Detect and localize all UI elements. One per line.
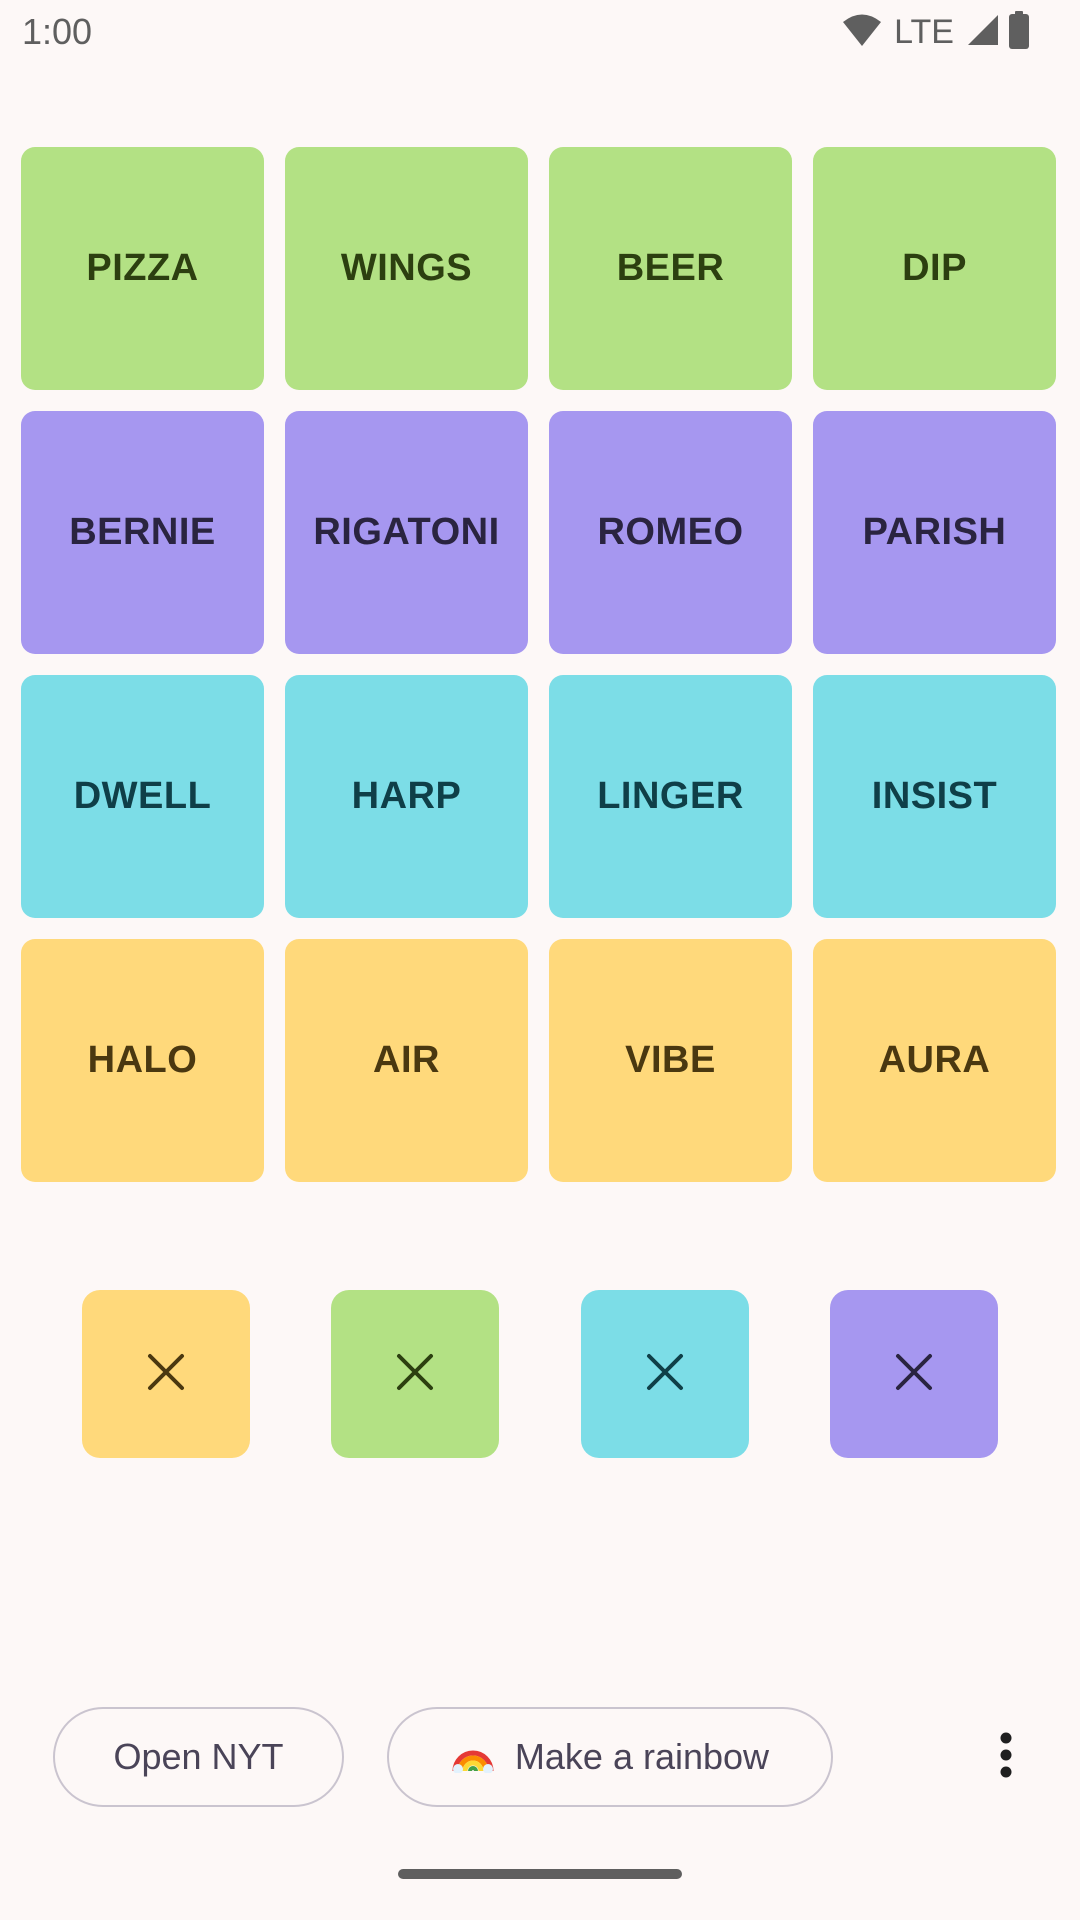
open-nyt-label: Open NYT [113,1736,284,1777]
close-icon [395,1352,435,1397]
word-tile-bernie[interactable]: BERNIE [21,411,264,654]
word-tile-dip[interactable]: DIP [813,147,1056,390]
wifi-icon [842,13,882,52]
network-type-label: LTE [894,12,954,51]
word-tile-beer[interactable]: BEER [549,147,792,390]
word-tile-linger[interactable]: LINGER [549,675,792,918]
make-rainbow-button[interactable]: Make a rainbow [387,1707,833,1807]
group-button-green[interactable] [331,1290,500,1458]
group-button-purple[interactable] [829,1290,998,1458]
word-tile-rigatoni[interactable]: RIGATONI [285,411,528,654]
group-button-cyan[interactable] [580,1290,749,1458]
word-grid: PIZZA WINGS BEER DIP BERNIE RIGATONI ROMEO PARI… [21,147,1056,1182]
close-icon [146,1352,186,1397]
word-tile-aura[interactable]: AURA [813,939,1056,1182]
group-buttons-row [82,1290,998,1458]
word-tile-harp[interactable]: HARP [285,675,528,918]
close-icon [894,1352,934,1397]
status-time: 1:00 [22,11,93,52]
word-tile-wings[interactable]: WINGS [285,147,528,390]
close-icon [645,1352,685,1397]
signal-icon [966,13,1000,52]
word-tile-air[interactable]: AIR [285,939,528,1182]
word-tile-parish[interactable]: PARISH [813,411,1056,654]
word-tile-halo[interactable]: HALO [21,939,264,1182]
make-rainbow-label: Make a rainbow [514,1736,770,1777]
word-tile-insist[interactable]: INSIST [813,675,1056,918]
more-vertical-icon [999,1732,1013,1783]
word-tile-romeo[interactable]: ROMEO [549,411,792,654]
more-options-button[interactable] [976,1727,1036,1787]
word-tile-vibe[interactable]: VIBE [549,939,792,1182]
open-nyt-button[interactable]: Open NYT [53,1707,344,1807]
home-indicator[interactable] [398,1869,682,1879]
battery-icon [1008,10,1030,54]
word-tile-pizza[interactable]: PIZZA [21,147,264,390]
word-tile-dwell[interactable]: DWELL [21,675,264,918]
status-icons: LTE [842,10,1030,54]
rainbow-icon [451,1733,495,1782]
group-button-yellow[interactable] [82,1290,250,1458]
